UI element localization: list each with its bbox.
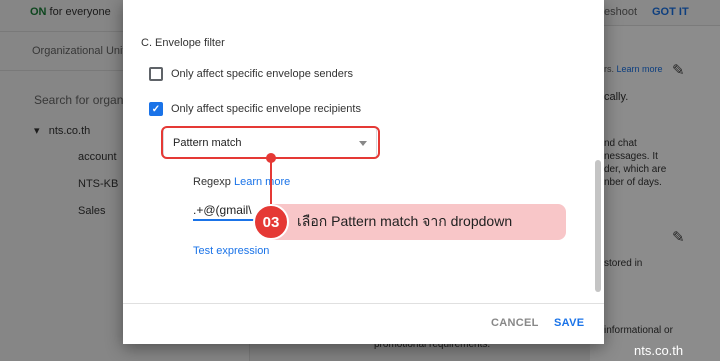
option-senders[interactable]: Only affect specific envelope senders bbox=[149, 67, 353, 81]
annotation-connector bbox=[270, 158, 272, 204]
option-recipients[interactable]: ✓ Only affect specific envelope recipien… bbox=[149, 102, 361, 116]
annotation-dot bbox=[266, 153, 276, 163]
section-title: C. Envelope filter bbox=[141, 37, 225, 49]
checkbox-senders[interactable] bbox=[149, 67, 163, 81]
watermark: nts.co.th bbox=[634, 343, 684, 358]
regexp-label: Regexp Learn more bbox=[193, 176, 291, 188]
checkbox-recipients[interactable]: ✓ bbox=[149, 102, 163, 116]
option-label: Only affect specific envelope recipients bbox=[171, 103, 361, 115]
option-label: Only affect specific envelope senders bbox=[171, 68, 354, 80]
save-button[interactable]: SAVE bbox=[554, 317, 584, 329]
step-number-badge: 03 bbox=[253, 204, 289, 240]
test-expression-link[interactable]: Test expression bbox=[193, 245, 269, 257]
envelope-filter-dialog: C. Envelope filter Only affect specific … bbox=[123, 0, 604, 344]
annotation-callout: เลือก Pattern match จาก dropdown bbox=[262, 204, 566, 240]
learn-more-link[interactable]: Learn more bbox=[234, 176, 290, 188]
footer-divider bbox=[123, 303, 604, 304]
checkmark-icon: ✓ bbox=[151, 103, 161, 115]
dialog-scrollbar[interactable] bbox=[595, 160, 601, 292]
cancel-button[interactable]: CANCEL bbox=[491, 317, 539, 329]
